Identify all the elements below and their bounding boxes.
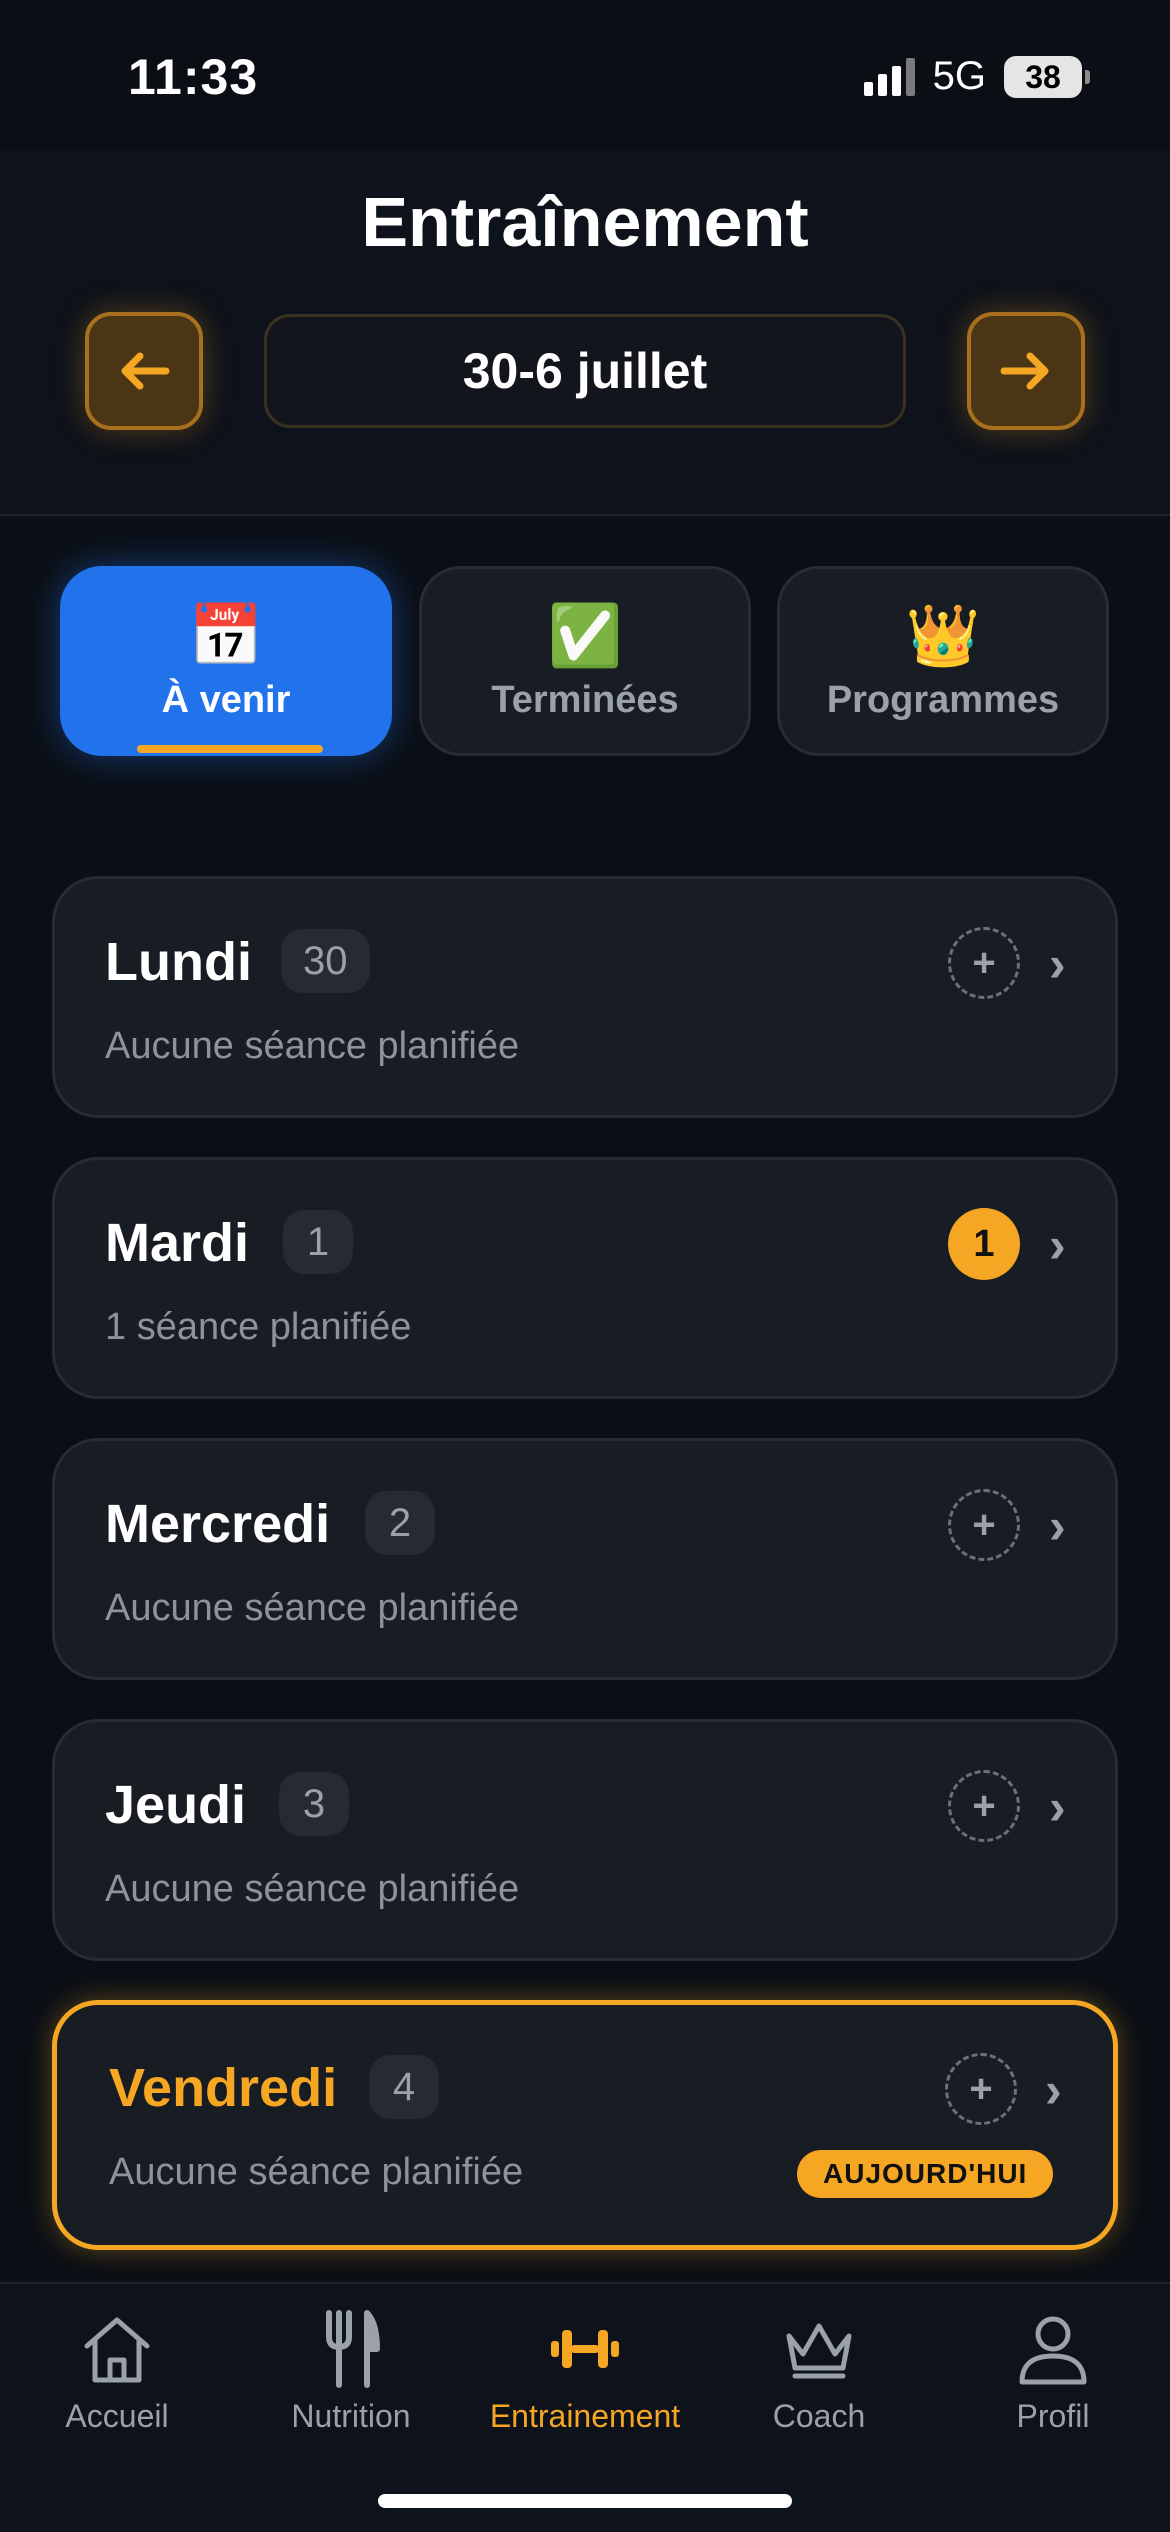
nav-label: Entrainement xyxy=(489,2398,681,2434)
dumbbell-icon xyxy=(551,2330,619,2368)
nav-label: Accueil xyxy=(65,2398,169,2434)
day-card-wednesday[interactable]: Mercredi 2 Aucune séance planifiée + › xyxy=(52,1438,1118,1680)
day-date-badge: 2 xyxy=(365,1491,435,1555)
day-card-thursday[interactable]: Jeudi 3 Aucune séance planifiée + › xyxy=(52,1719,1118,1961)
chevron-right-icon: › xyxy=(1049,1498,1066,1554)
nav-item-home[interactable]: Accueil xyxy=(0,2304,234,2435)
plus-icon: + xyxy=(969,2066,993,2111)
active-tab-indicator xyxy=(137,745,323,753)
day-date-badge: 3 xyxy=(279,1772,349,1836)
day-status: 1 séance planifiée xyxy=(105,1306,412,1348)
day-name: Mardi xyxy=(105,1213,250,1273)
week-range[interactable]: 30-6 juillet xyxy=(264,314,906,428)
fork-knife-icon xyxy=(326,2310,380,2388)
home-icon xyxy=(84,2317,150,2383)
status-bar: 11:33 5G 38 xyxy=(0,0,1170,150)
page-title: Entraînement xyxy=(361,183,809,261)
arrow-right-icon xyxy=(1000,352,1049,390)
day-name: Jeudi xyxy=(105,1775,247,1835)
day-status: Aucune séance planifiée xyxy=(105,1025,520,1067)
arrow-left-icon xyxy=(121,352,170,390)
add-session-button[interactable]: + xyxy=(948,1770,1020,1842)
tab-label: Terminées xyxy=(491,678,679,721)
day-name: Vendredi xyxy=(109,2058,338,2118)
calendar-icon: 📅 xyxy=(188,601,264,669)
plus-icon: + xyxy=(972,1783,996,1828)
training-screen: 11:33 5G 38 Entraînement 30-6 juillet 📅 … xyxy=(0,0,1170,2532)
nav-label: Coach xyxy=(772,2398,866,2434)
status-indicators: 5G 38 xyxy=(863,54,1090,99)
nav-label: Nutrition xyxy=(291,2398,411,2434)
nav-item-profile[interactable]: Profil xyxy=(936,2304,1170,2435)
plus-icon: + xyxy=(972,940,996,985)
day-card-friday-today[interactable]: Vendredi 4 Aucune séance planifiée + › A… xyxy=(52,2000,1118,2250)
tab-label: À venir xyxy=(161,678,291,721)
add-session-button[interactable]: + xyxy=(948,1489,1020,1561)
day-name: Mercredi xyxy=(105,1494,331,1554)
header: Entraînement 30-6 juillet xyxy=(0,150,1170,516)
chevron-right-icon: › xyxy=(1049,1779,1066,1835)
chevron-right-icon: › xyxy=(1045,2062,1062,2118)
plus-icon: + xyxy=(972,1502,996,1547)
check-icon: ✅ xyxy=(547,601,623,669)
nav-item-coach[interactable]: Coach xyxy=(702,2304,936,2435)
day-name: Lundi xyxy=(105,932,252,992)
battery-level: 38 xyxy=(1004,55,1082,98)
battery-icon: 38 xyxy=(1004,55,1090,98)
day-card-monday[interactable]: Lundi 30 Aucune séance planifiée + › xyxy=(52,876,1118,1118)
chevron-right-icon: › xyxy=(1049,936,1066,992)
day-status: Aucune séance planifiée xyxy=(105,1587,520,1629)
nav-label: Profil xyxy=(1016,2398,1090,2434)
person-icon xyxy=(1019,2316,1087,2385)
crown-icon xyxy=(786,2323,852,2379)
next-week-button[interactable] xyxy=(967,312,1085,430)
tab-programs[interactable]: 👑 Programmes xyxy=(777,566,1109,756)
session-count-badge: 1 xyxy=(948,1208,1020,1280)
crown-icon: 👑 xyxy=(905,601,981,669)
day-date-badge: 30 xyxy=(281,929,370,993)
status-time: 11:33 xyxy=(128,49,259,105)
today-badge: AUJOURD'HUI xyxy=(797,2150,1054,2198)
day-date-badge: 1 xyxy=(283,1210,353,1274)
day-status: Aucune séance planifiée xyxy=(109,2151,524,2193)
day-date-badge: 4 xyxy=(369,2055,439,2119)
add-session-button[interactable]: + xyxy=(945,2053,1017,2125)
network-label: 5G xyxy=(932,54,986,98)
day-status: Aucune séance planifiée xyxy=(105,1868,520,1910)
bottom-nav: Accueil Nutrition Entrainement Coach Pro… xyxy=(0,2282,1170,2532)
add-session-button[interactable]: + xyxy=(948,927,1020,999)
chevron-right-icon: › xyxy=(1049,1217,1066,1273)
home-indicator[interactable] xyxy=(378,2494,792,2508)
tab-completed[interactable]: ✅ Terminées xyxy=(419,566,751,756)
tab-label: Programmes xyxy=(826,678,1060,721)
nav-item-nutrition[interactable]: Nutrition xyxy=(234,2304,468,2435)
nav-item-training[interactable]: Entrainement xyxy=(468,2304,702,2435)
tab-upcoming[interactable]: 📅 À venir xyxy=(60,566,392,756)
signal-icon xyxy=(863,57,915,96)
day-card-tuesday[interactable]: Mardi 1 1 séance planifiée 1 › xyxy=(52,1157,1118,1399)
previous-week-button[interactable] xyxy=(85,312,203,430)
